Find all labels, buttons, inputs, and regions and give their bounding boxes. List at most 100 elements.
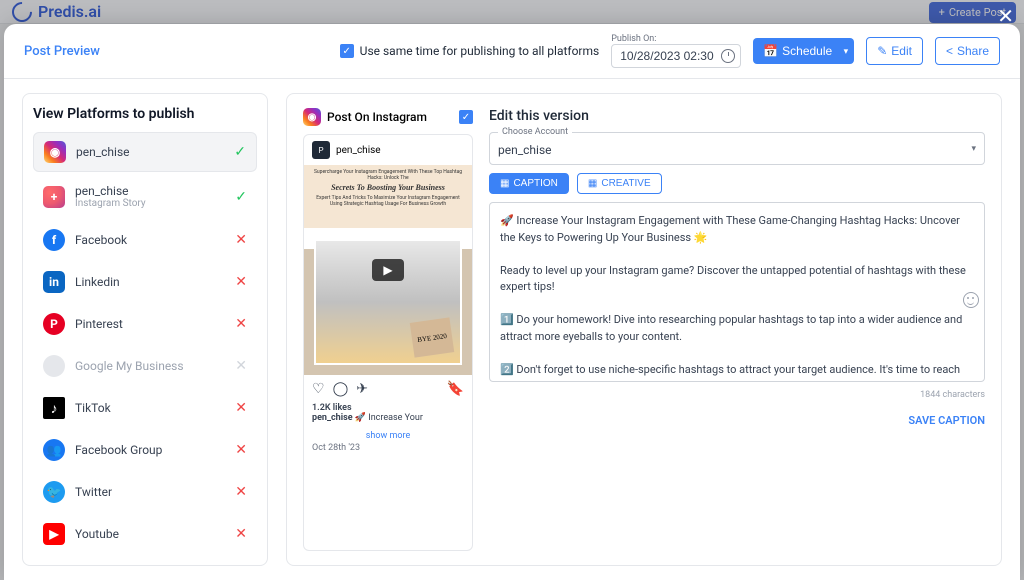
platforms-title: View Platforms to publish xyxy=(33,106,257,122)
share-label: Share xyxy=(957,44,989,58)
platform-label: TikTok xyxy=(75,401,225,415)
check-icon: ✓ xyxy=(235,189,247,205)
media-text-overlay: Supercharge Your Instagram Engagement Wi… xyxy=(312,169,464,207)
platform-label: Linkedin xyxy=(75,275,225,289)
story-icon: + xyxy=(43,186,65,208)
send-icon[interactable]: ✈ xyxy=(356,381,368,397)
platform-label: Google My Business xyxy=(75,359,225,373)
chevron-down-icon: ▾ xyxy=(971,144,976,154)
platform-sublabel: Instagram Story xyxy=(75,198,225,209)
facebook-icon: f xyxy=(43,229,65,251)
choose-account-value: pen_chise xyxy=(498,143,552,157)
platform-label: pen_chise xyxy=(75,184,225,198)
sign-prop: BYE 2020 xyxy=(410,317,454,357)
platform-gmb[interactable]: Google My Business ✕ xyxy=(33,347,257,385)
platforms-panel: View Platforms to publish ◉ pen_chise ✓ … xyxy=(22,93,268,566)
pencil-icon: ✎ xyxy=(877,44,887,58)
platform-label: pen_chise xyxy=(76,145,224,159)
instagram-icon: ◉ xyxy=(303,108,321,126)
post-on-label: Post On Instagram xyxy=(327,110,453,124)
close-icon[interactable]: ✕ xyxy=(997,4,1014,28)
platform-youtube[interactable]: ▶ Youtube ✕ xyxy=(33,515,257,553)
bookmark-icon[interactable]: 🔖 xyxy=(447,381,464,397)
schedule-label: Schedule xyxy=(782,44,832,58)
heart-icon[interactable]: ♡ xyxy=(312,381,325,397)
checkbox-checked-icon: ✓ xyxy=(340,44,354,58)
platform-label: Facebook xyxy=(75,233,225,247)
platform-label: Youtube xyxy=(75,527,225,541)
same-time-label: Use same time for publishing to all plat… xyxy=(360,44,600,58)
platform-label: Facebook Group xyxy=(75,443,225,457)
save-caption-button[interactable]: SAVE CAPTION xyxy=(489,414,985,427)
platform-instagram-story[interactable]: + pen_chise Instagram Story ✓ xyxy=(33,176,257,217)
instagram-preview-card: P pen_chise Supercharge Your Instagram E… xyxy=(303,134,473,551)
preview-account: pen_chise xyxy=(336,145,381,156)
platform-pinterest[interactable]: P Pinterest ✕ xyxy=(33,305,257,343)
platform-facebook-group[interactable]: 👥 Facebook Group ✕ xyxy=(33,431,257,469)
tab-creative[interactable]: ▦ CREATIVE xyxy=(577,173,662,194)
pinterest-icon: P xyxy=(43,313,65,335)
post-preview-tab[interactable]: Post Preview xyxy=(24,44,100,59)
x-icon: ✕ xyxy=(235,358,247,374)
platform-twitter[interactable]: 🐦 Twitter ✕ xyxy=(33,473,257,511)
editor-tabs: ▦ CAPTION ▦ CREATIVE xyxy=(489,173,985,194)
character-count: 1844 characters xyxy=(489,390,985,400)
preview-header: ◉ Post On Instagram ✓ xyxy=(303,108,473,126)
platform-label: Pinterest xyxy=(75,317,225,331)
gmb-icon xyxy=(43,355,65,377)
edit-label: Edit xyxy=(891,44,912,58)
facebook-group-icon: 👥 xyxy=(43,439,65,461)
preview-actions: ♡ ◯ ✈ 🔖 xyxy=(304,375,472,403)
play-icon[interactable]: ▶ xyxy=(372,259,404,281)
preview-column: ◉ Post On Instagram ✓ P pen_chise Superc… xyxy=(303,108,473,551)
x-icon: ✕ xyxy=(235,316,247,332)
modal-header: Post Preview ✓ Use same time for publish… xyxy=(4,24,1020,79)
same-time-checkbox-row[interactable]: ✓ Use same time for publishing to all pl… xyxy=(340,44,600,58)
x-icon: ✕ xyxy=(235,232,247,248)
preview-media[interactable]: Supercharge Your Instagram Engagement Wi… xyxy=(304,165,472,375)
calendar-icon: 📅 xyxy=(763,44,778,58)
scheduler-modal: Post Preview ✓ Use same time for publish… xyxy=(4,24,1020,580)
x-icon: ✕ xyxy=(235,274,247,290)
tab-caption[interactable]: ▦ CAPTION xyxy=(489,173,569,194)
comment-icon[interactable]: ◯ xyxy=(333,381,349,397)
youtube-icon: ▶ xyxy=(43,523,65,545)
emoji-icon[interactable] xyxy=(963,292,979,308)
platform-linkedin[interactable]: in Linkedin ✕ xyxy=(33,263,257,301)
tiktok-icon: ♪ xyxy=(43,397,65,419)
choose-account-select[interactable]: Choose Account pen_chise ▾ xyxy=(489,132,985,165)
modal-body: View Platforms to publish ◉ pen_chise ✓ … xyxy=(4,79,1020,580)
twitter-icon: 🐦 xyxy=(43,481,65,503)
platform-tiktok[interactable]: ♪ TikTok ✕ xyxy=(33,389,257,427)
platform-facebook[interactable]: f Facebook ✕ xyxy=(33,221,257,259)
creative-tab-icon: ▦ xyxy=(588,178,597,189)
x-icon: ✕ xyxy=(235,526,247,542)
caption-textarea[interactable]: 🚀 Increase Your Instagram Engagement wit… xyxy=(489,202,985,382)
platform-label: Twitter xyxy=(75,485,225,499)
caption-tab-icon: ▦ xyxy=(500,178,509,189)
edit-button[interactable]: ✎ Edit xyxy=(866,37,923,65)
avatar: P xyxy=(312,141,330,159)
linkedin-icon: in xyxy=(43,271,65,293)
preview-account-row: P pen_chise xyxy=(304,135,472,165)
platform-instagram[interactable]: ◉ pen_chise ✓ xyxy=(33,132,257,172)
checkbox-checked-icon[interactable]: ✓ xyxy=(459,110,473,124)
share-icon: < xyxy=(946,44,953,58)
editor-panel: ◉ Post On Instagram ✓ P pen_chise Superc… xyxy=(286,93,1002,566)
preview-date: Oct 28th '23 xyxy=(304,443,472,459)
preview-caption: 1.2K likes pen_chise 🚀 Increase Your xyxy=(304,403,472,429)
edit-column: Edit this version Choose Account pen_chi… xyxy=(489,108,985,551)
choose-account-label: Choose Account xyxy=(498,127,572,137)
publish-on-group: Publish On: xyxy=(611,34,741,68)
x-icon: ✕ xyxy=(235,400,247,416)
share-button[interactable]: < Share xyxy=(935,37,1000,65)
likes-count: 1.2K likes xyxy=(312,403,464,413)
check-icon: ✓ xyxy=(234,144,246,160)
publish-on-label: Publish On: xyxy=(611,34,741,44)
show-more-link[interactable]: show more xyxy=(304,429,472,443)
x-icon: ✕ xyxy=(235,484,247,500)
x-icon: ✕ xyxy=(235,442,247,458)
instagram-icon: ◉ xyxy=(44,141,66,163)
edit-title: Edit this version xyxy=(489,108,985,124)
schedule-button[interactable]: 📅 Schedule xyxy=(753,38,854,64)
